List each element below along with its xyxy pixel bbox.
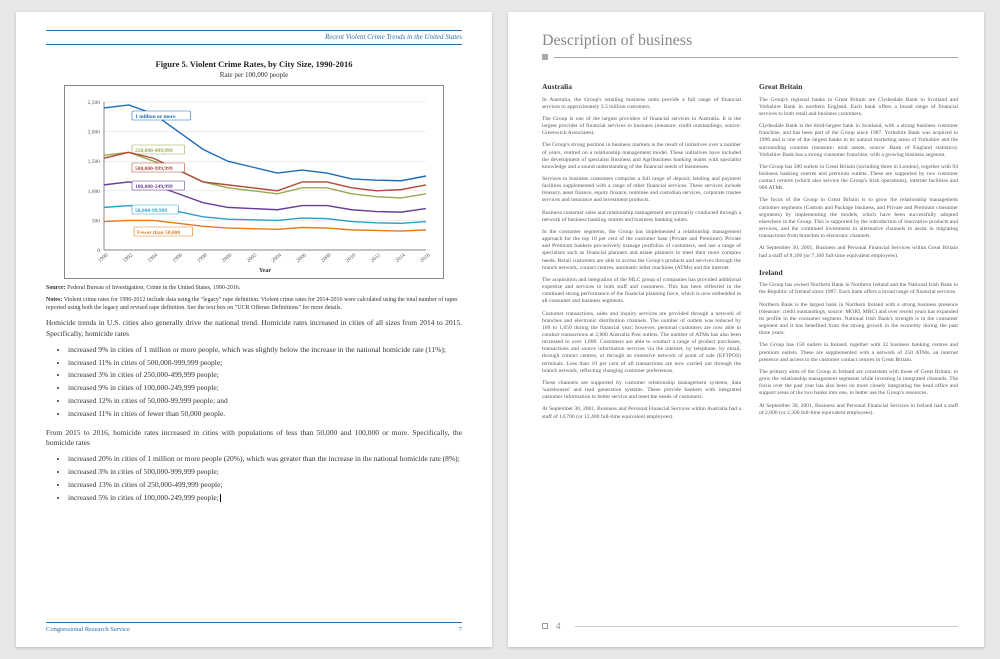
body-para: The Group has 150 outlets in Ireland, to… bbox=[759, 342, 958, 363]
svg-text:250,000-499,999: 250,000-499,999 bbox=[135, 148, 173, 154]
body-para: In Australia, the Group's retailing busi… bbox=[542, 97, 741, 111]
svg-text:500: 500 bbox=[92, 218, 101, 224]
list-item: increased 9% in cities of 100,000-249,99… bbox=[68, 383, 462, 394]
list-item: increased 3% in cities of 500,000-999,99… bbox=[68, 467, 462, 478]
svg-text:2,000: 2,000 bbox=[88, 130, 101, 136]
heading-australia: Australia bbox=[542, 82, 741, 92]
body-para: The primary aims of the Group in Ireland… bbox=[759, 369, 958, 398]
body-para: Clydesdale Bank is the third-largest ban… bbox=[759, 123, 958, 159]
para-1: Homicide trends in U.S. cities also gene… bbox=[46, 318, 462, 338]
svg-text:1 million or more: 1 million or more bbox=[135, 114, 176, 120]
body-para: These channels are supported by customer… bbox=[542, 380, 741, 401]
svg-text:1,000: 1,000 bbox=[88, 189, 101, 195]
body-para: At September 30, 2001, Business and Pers… bbox=[759, 245, 958, 259]
svg-text:2006: 2006 bbox=[295, 252, 307, 264]
body-para: Customer transactions, sales and inquiry… bbox=[542, 311, 741, 375]
footer-marker-icon bbox=[542, 623, 548, 629]
figure-source: Source: Federal Bureau of Investigation,… bbox=[46, 285, 462, 293]
footer-org: Congressional Research Service bbox=[46, 626, 130, 633]
text-cursor bbox=[220, 494, 221, 502]
svg-text:2014: 2014 bbox=[394, 252, 406, 264]
figure-title: Figure 5. Violent Crime Rates, by City S… bbox=[46, 59, 462, 69]
bullet-list-2: increased 20% in cities of 1 million or … bbox=[68, 454, 462, 504]
svg-text:2004: 2004 bbox=[271, 252, 283, 264]
body-para: The focus of the Group in Great Britain … bbox=[759, 197, 958, 240]
para-2: From 2015 to 2016, homicide rates increa… bbox=[46, 428, 462, 448]
svg-text:1996: 1996 bbox=[172, 252, 184, 264]
body-para: The Group has owned Northern Bank in Nor… bbox=[759, 282, 958, 296]
list-item: increased 20% in cities of 1 million or … bbox=[68, 454, 462, 465]
svg-text:Year: Year bbox=[259, 268, 271, 274]
heading-ireland: Ireland bbox=[759, 268, 958, 278]
page-title: Description of business bbox=[542, 32, 958, 50]
line-chart: 0 500 1,000 1,500 2,000 2,500 1990 1992 1994 1996… bbox=[73, 94, 435, 274]
svg-text:1,500: 1,500 bbox=[88, 159, 101, 165]
title-rule bbox=[542, 54, 958, 60]
body-para: In the consumer segments, the Group has … bbox=[542, 229, 741, 272]
body-para: At September 30, 2001, Business and Pers… bbox=[759, 403, 958, 417]
bullet-list-1: increased 9% in cities of 1 million or m… bbox=[68, 345, 462, 420]
footer-right: 4 bbox=[542, 621, 958, 631]
page-left: Recent Violent Crime Trends in the Unite… bbox=[16, 12, 492, 647]
footer-page-num: 4 bbox=[556, 621, 561, 631]
chart-container: 0 500 1,000 1,500 2,000 2,500 1990 1992 1994 1996… bbox=[64, 85, 444, 279]
running-head: Recent Violent Crime Trends in the Unite… bbox=[46, 33, 462, 45]
svg-text:2008: 2008 bbox=[320, 252, 332, 264]
footer-left: Congressional Research Service 7 bbox=[46, 622, 462, 633]
svg-text:2016: 2016 bbox=[419, 252, 431, 264]
list-item: increased 12% in cities of 50,000-99,999… bbox=[68, 396, 462, 407]
body-para: The Group has 500 outlets in Great Brita… bbox=[759, 164, 958, 193]
svg-text:500,000-999,999: 500,000-999,999 bbox=[135, 166, 173, 172]
svg-text:2,500: 2,500 bbox=[88, 100, 101, 106]
list-item: increased 11% in cities of fewer than 50… bbox=[68, 409, 462, 420]
column-right: Great Britain The Group's regional banks… bbox=[759, 74, 958, 426]
svg-text:2000: 2000 bbox=[221, 252, 233, 264]
body-para: The Group's strong position in business … bbox=[542, 142, 741, 171]
heading-gb: Great Britain bbox=[759, 82, 958, 92]
list-item: increased 3% in cities of 250,000-499,99… bbox=[68, 370, 462, 381]
svg-text:1998: 1998 bbox=[196, 252, 208, 264]
body-para: At September 30, 2001, Business and Pers… bbox=[542, 406, 741, 420]
body-para: Services to business customers comprise … bbox=[542, 176, 741, 205]
body-para: Northern Bank is the largest bank in Nor… bbox=[759, 302, 958, 338]
svg-text:1990: 1990 bbox=[97, 252, 109, 264]
body-para: The Group is one of the largest provider… bbox=[542, 116, 741, 137]
body-para: The Group's regional banks in Great Brit… bbox=[759, 97, 958, 118]
list-item: increased 5% in cities of 100,000-249,99… bbox=[68, 493, 462, 504]
svg-text:100,000-249,999: 100,000-249,999 bbox=[135, 184, 173, 190]
svg-text:2012: 2012 bbox=[370, 252, 382, 264]
list-item: increased 13% in cities of 250,000-499,9… bbox=[68, 480, 462, 491]
svg-text:1994: 1994 bbox=[147, 252, 159, 264]
column-left: Australia In Australia, the Group's reta… bbox=[542, 74, 741, 426]
svg-text:2002: 2002 bbox=[246, 252, 258, 264]
figure-notes: Notes: Violent crime rates for 1990-2012… bbox=[46, 297, 462, 313]
svg-text:50,000-99,999: 50,000-99,999 bbox=[135, 208, 167, 214]
figure-subtitle: Rate per 100,000 people bbox=[46, 71, 462, 79]
body-para: The acquisition and integration of the M… bbox=[542, 277, 741, 306]
footer-page: 7 bbox=[459, 626, 462, 633]
svg-text:1992: 1992 bbox=[122, 252, 134, 264]
body-para: Business customer sales and relationship… bbox=[542, 210, 741, 224]
svg-text:Fewer than 50,000: Fewer than 50,000 bbox=[137, 230, 180, 236]
svg-text:0: 0 bbox=[97, 248, 100, 254]
page-right: Description of business Australia In Aus… bbox=[508, 12, 984, 647]
list-item: increased 11% in cities of 500,000-999,9… bbox=[68, 358, 462, 369]
svg-text:2010: 2010 bbox=[345, 252, 357, 264]
list-item: increased 9% in cities of 1 million or m… bbox=[68, 345, 462, 356]
